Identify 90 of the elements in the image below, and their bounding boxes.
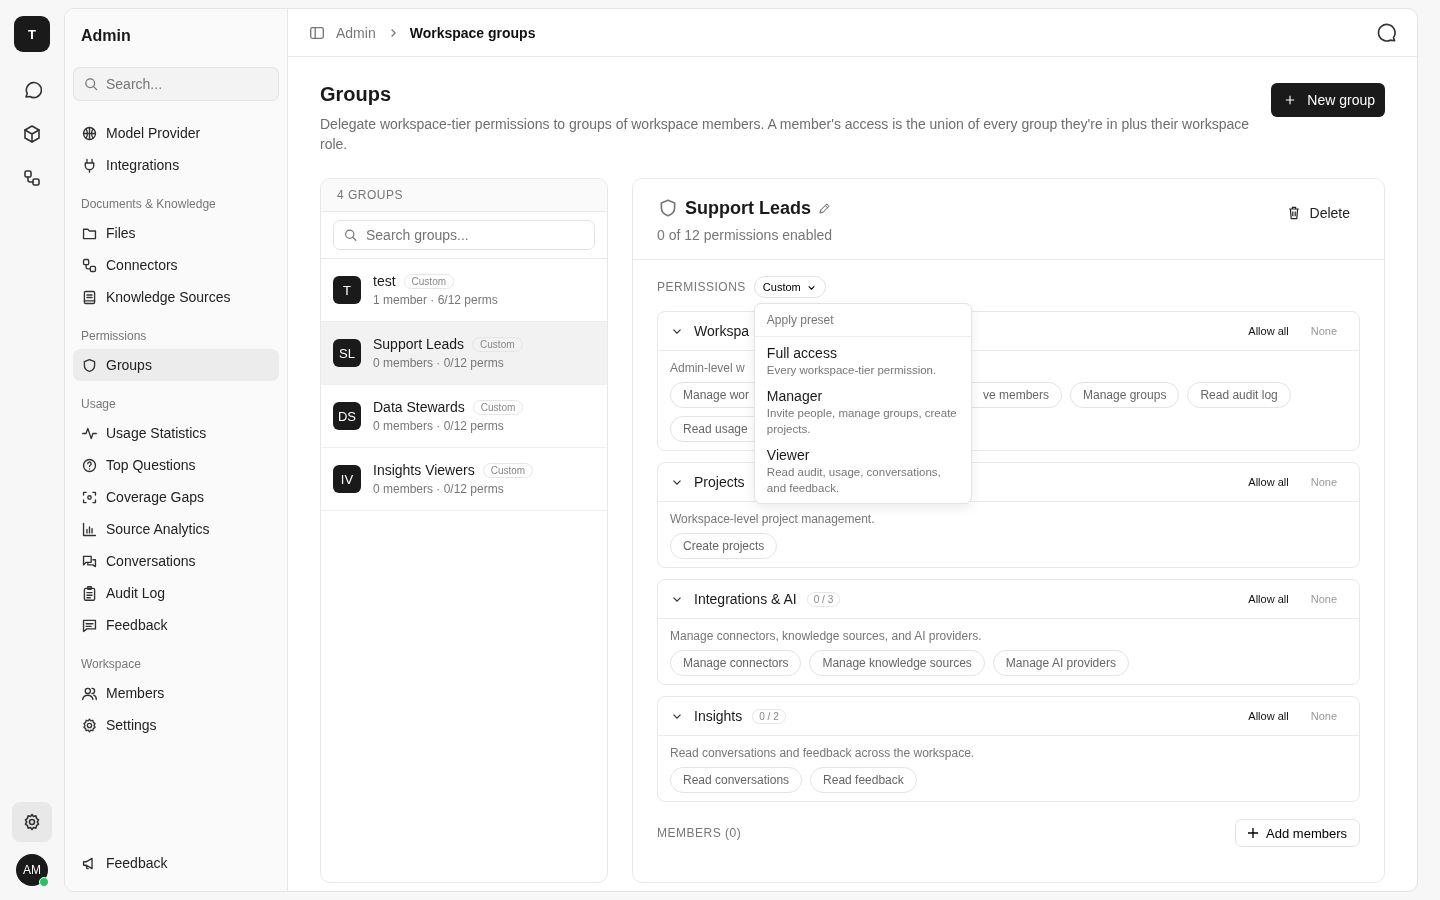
permission-chip[interactable]: Create projects (670, 533, 778, 559)
nodes-icon (81, 256, 98, 274)
shield-icon (81, 356, 98, 374)
search-icon (343, 227, 358, 243)
permission-chip[interactable]: Manage AI providers (992, 650, 1129, 676)
sidebar-item[interactable]: Feedback (73, 609, 279, 641)
section-description: Workspace-level project management. (670, 512, 875, 526)
page-description: Delegate workspace-tier permissions to groups of workspace members. A member's access is the union of every group they're in plus their workspace role. (320, 115, 1250, 154)
group-name: Support Leads (373, 336, 465, 352)
preset-dropdown[interactable]: Custom (753, 276, 826, 298)
group-meta: 0 members · 0/12 perms (373, 419, 505, 433)
feedback-link[interactable]: Feedback (73, 847, 279, 879)
section-title: Workspa (694, 323, 749, 339)
sidebar-item[interactable]: Top Questions (73, 449, 279, 481)
permissions-label: PERMISSIONS (657, 280, 746, 294)
permission-chip[interactable]: Read audit log (1187, 382, 1291, 408)
sidebar-item[interactable]: Coverage Gaps (73, 481, 279, 513)
sidebar-item[interactable]: Settings (73, 709, 279, 741)
page-title: Groups (320, 83, 393, 106)
sidebar-item[interactable]: Model Provider (73, 117, 279, 149)
section-title: Integrations & AI (694, 591, 797, 607)
sidebar-item[interactable]: Members (73, 677, 279, 709)
breadcrumb-item[interactable]: Admin (336, 24, 376, 41)
section-heading: Permissions (80, 328, 148, 345)
breadcrumb-item: Workspace groups (409, 24, 536, 41)
bar-chart-icon (81, 520, 98, 538)
sidebar-item[interactable]: Source Analytics (73, 513, 279, 545)
permissions-summary: 0 of 12 permissions enabled (657, 227, 834, 243)
settings-icon (81, 716, 98, 734)
sidebar-item[interactable]: Audit Log (73, 577, 279, 609)
question-icon (81, 456, 98, 474)
menu-heading: Apply preset (754, 304, 971, 337)
group-title: Support Leads (685, 197, 811, 219)
group-row[interactable]: DS Data Stewards Custom 0 members · 0/12 perms (321, 385, 607, 448)
section-description: Read conversations and feedback across the workspace. (670, 746, 975, 760)
group-name: test (373, 273, 396, 289)
group-name: Data Stewards (373, 399, 465, 415)
search-field[interactable]: Search... (73, 67, 279, 101)
section-description: Manage connectors, knowledge sources, and AI providers. (670, 629, 982, 643)
group-avatar: SL (333, 339, 361, 367)
chat-bubble-icon[interactable] (1377, 21, 1399, 44)
section-description: Admin-level w (670, 361, 745, 375)
workspace-logo[interactable]: T (14, 16, 50, 52)
sidebar-item[interactable]: Usage Statistics (73, 417, 279, 449)
permission-chip[interactable]: Manage knowledge sources (809, 650, 985, 676)
menu-item[interactable]: Full access Every workspace-tier permission. (754, 340, 971, 383)
group-avatar: T (333, 276, 361, 304)
sidebar-item[interactable]: Conversations (73, 545, 279, 577)
permission-chip[interactable]: Manage groups (1070, 382, 1180, 408)
permission-chip[interactable]: Read conversations (670, 767, 803, 793)
allow-all-link[interactable]: Allow all (1248, 710, 1289, 722)
sidebar-item[interactable]: Integrations (73, 149, 279, 181)
allow-all-link[interactable]: Allow all (1248, 325, 1289, 337)
add-members-button[interactable]: Add members (1235, 819, 1360, 847)
group-row[interactable]: IV Insights Viewers Custom 0 members · 0/12 perms (321, 448, 607, 511)
group-name: Insights Viewers (373, 462, 475, 478)
search-field[interactable]: Search groups... (333, 220, 595, 250)
section-heading: Documents & Knowledge (80, 196, 217, 213)
plus-icon (1248, 828, 1259, 838)
group-meta: 1 member · 6/12 perms (373, 293, 498, 307)
user-avatar[interactable]: AM (16, 854, 48, 886)
sidebar-title: Admin (80, 26, 132, 46)
group-avatar: DS (333, 402, 361, 430)
members-label: MEMBERS (0) (657, 826, 742, 840)
group-meta: 0 members · 0/12 perms (373, 482, 505, 496)
section-heading: Workspace (80, 656, 142, 673)
search-icon (83, 76, 99, 92)
globe-icon (81, 124, 98, 142)
pencil-icon[interactable] (817, 200, 832, 216)
group-meta: 0 members · 0/12 perms (373, 356, 505, 370)
sidebar-item[interactable]: Groups (73, 349, 279, 381)
settings-icon[interactable] (12, 802, 52, 842)
group-row[interactable]: SL Support Leads Custom 0 members · 0/12 perms (321, 322, 607, 385)
section-title: Insights (694, 708, 743, 724)
groups-count: 4 GROUPS (337, 188, 403, 202)
section-heading: Usage (80, 396, 117, 413)
sidebar-item[interactable]: Files (73, 217, 279, 249)
allow-all-link[interactable]: Allow all (1248, 476, 1289, 488)
delete-button[interactable]: Delete (1275, 199, 1360, 227)
sidebar-item[interactable]: Connectors (73, 249, 279, 281)
permission-chip[interactable]: Read feedback (810, 767, 917, 793)
allow-all-link[interactable]: Allow all (1248, 593, 1289, 605)
document-icon (81, 288, 98, 306)
permission-chip[interactable]: Manage connectors (670, 650, 802, 676)
clipboard-icon (81, 584, 98, 602)
section-title: Projects (694, 474, 745, 490)
new-group-button[interactable]: New group (1271, 83, 1385, 117)
sidebar-item[interactable]: Knowledge Sources (73, 281, 279, 313)
menu-item[interactable]: Viewer Read audit, usage, conversations, and feedback. (754, 442, 971, 501)
group-avatar: IV (333, 465, 361, 493)
